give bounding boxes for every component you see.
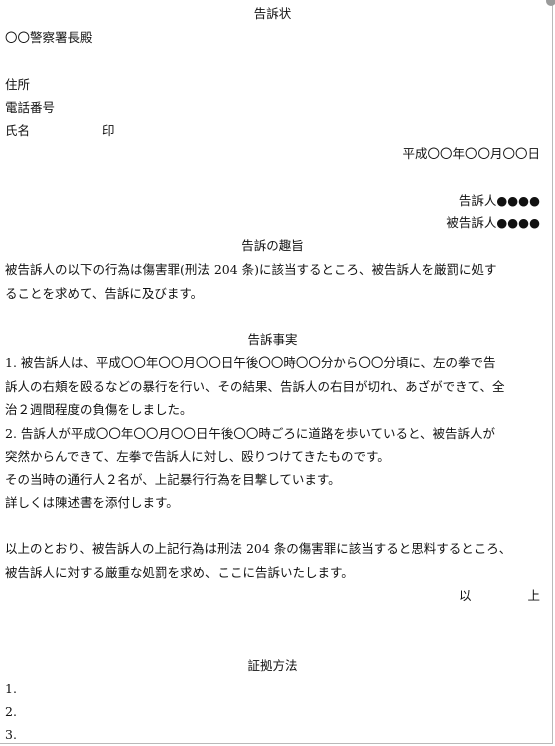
evidence-item: 3. (5, 727, 17, 742)
facts-line: 1. 被告訴人は、平成〇〇年〇〇月〇〇日午後〇〇時〇〇分から〇〇分頃に、左の拳で… (5, 355, 496, 370)
defendant-line: 被告訴人●●●● (5, 215, 540, 231)
name-label: 氏名 (5, 123, 31, 138)
facts-line: 突然からんできて、左拳で告訴人に対し、殴りつけてきたものです。 (5, 449, 390, 464)
conclusion-line: 被告訴人に対する厳重な処罰を求め、ここに告訴いたします。 (5, 565, 354, 580)
evidence-item: 1. (5, 681, 17, 696)
window-corner-icon (546, 0, 555, 6)
evidence-heading: 証拠方法 (247, 658, 298, 673)
defendant-label: 被告訴人 (446, 215, 497, 230)
facts-line: 詳しくは陳述書を添付します。 (5, 495, 179, 510)
phone-label: 電話番号 (5, 100, 56, 115)
purpose-heading: 告訴の趣旨 (241, 238, 304, 253)
facts-line: その当時の通行人２名が、上記暴行行為を目撃しています。 (5, 472, 341, 487)
closing-line: 以上 (5, 588, 540, 604)
seal-label: 印 (102, 123, 115, 138)
conclusion-line: 以上のとおり、被告訴人の上記行為は刑法 204 条の傷害罪に該当すると思料すると… (5, 541, 512, 556)
facts-heading: 告訴事実 (247, 332, 298, 347)
facts-line: 治２週間程度の負傷をしました。 (5, 402, 193, 417)
document-date: 平成〇〇年〇〇月〇〇日 (402, 146, 540, 161)
closing-left: 以 (458, 588, 472, 603)
closing-right: 上 (527, 588, 540, 603)
complainant-name: ●●●● (496, 193, 540, 208)
address-label: 住所 (5, 77, 31, 92)
evidence-item: 2. (5, 704, 17, 719)
defendant-name: ●●●● (496, 215, 540, 230)
complainant-line: 告訴人●●●● (5, 193, 540, 209)
purpose-line: ることを求めて、告訴に及びます。 (5, 286, 204, 301)
document-title: 告訴状 (253, 6, 292, 21)
name-line: 氏名 印 (5, 123, 540, 139)
document-page: 告訴状 〇〇警察署長殿 住所 電話番号 氏名印 平成〇〇年〇〇月〇〇日 告訴人●… (0, 0, 555, 744)
complainant-label: 告訴人 (458, 193, 497, 208)
purpose-line: 被告訴人の以下の行為は傷害罪(刑法 204 条)に該当するところ、被告訴人を厳罰… (5, 262, 497, 277)
facts-line: 2. 告訴人が平成〇〇年〇〇月〇〇日午後〇〇時ごろに道路を歩いていると、被告訴人… (5, 426, 496, 441)
facts-line: 訴人の右頬を殴るなどの暴行を行い、その結果、告訴人の右目が切れ、あざができて、全 (5, 379, 505, 394)
addressee: 〇〇警察署長殿 (5, 30, 93, 45)
